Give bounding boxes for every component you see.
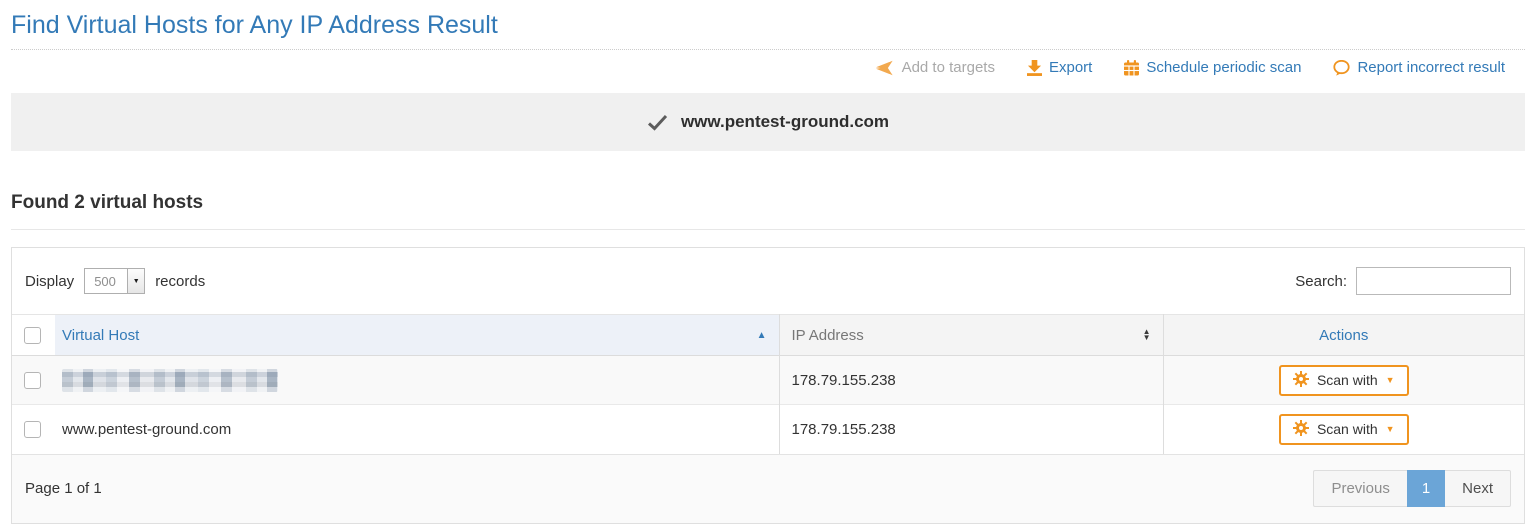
records-per-page-value: 500 xyxy=(85,269,127,293)
row-checkbox-cell xyxy=(12,405,55,454)
export-label: Export xyxy=(1049,59,1092,76)
export-button[interactable]: Export xyxy=(1027,59,1092,76)
pagination-previous-button[interactable]: Previous xyxy=(1313,470,1406,507)
records-label: records xyxy=(155,273,205,290)
scan-target-host: www.pentest-ground.com xyxy=(681,112,889,132)
row-checkbox[interactable] xyxy=(24,421,41,438)
select-dropdown-arrow-icon: ▼ xyxy=(127,269,144,293)
table-header-row: Virtual Host ▲ IP Address ▲▼ Actions xyxy=(12,315,1524,356)
table-footer: Page 1 of 1 Previous 1 Next xyxy=(12,454,1524,523)
column-header-ip-address[interactable]: IP Address ▲▼ xyxy=(779,315,1163,356)
search-label: Search: xyxy=(1295,273,1347,290)
virtual-host-cell: www.pentest-ground.com xyxy=(55,405,779,454)
virtual-hosts-table-container: Display 500 ▼ records Search: xyxy=(11,247,1525,524)
table-row: www.pentest-ground.com 178.79.155.238 xyxy=(12,405,1524,454)
add-to-targets-button[interactable]: Add to targets xyxy=(876,59,995,76)
page-title: Find Virtual Hosts for Any IP Address Re… xyxy=(11,0,1525,50)
ip-address-header-label: IP Address xyxy=(792,327,864,344)
schedule-periodic-scan-label: Schedule periodic scan xyxy=(1146,59,1301,76)
chat-bubble-icon xyxy=(1333,60,1350,76)
records-per-page-select[interactable]: 500 ▼ xyxy=(84,268,145,294)
plane-icon xyxy=(876,60,895,76)
report-incorrect-result-label: Report incorrect result xyxy=(1357,59,1505,76)
table-controls: Display 500 ▼ records Search: xyxy=(12,248,1524,314)
column-header-actions: Actions xyxy=(1163,315,1524,356)
calendar-icon xyxy=(1124,60,1139,76)
select-all-checkbox[interactable] xyxy=(24,327,41,344)
search-control: Search: xyxy=(1295,267,1511,295)
sort-ascending-icon: ▲ xyxy=(757,330,767,341)
sort-both-icon: ▲▼ xyxy=(1143,329,1151,341)
row-checkbox-cell xyxy=(12,356,55,405)
checkmark-icon xyxy=(647,114,668,131)
ip-address-cell: 178.79.155.238 xyxy=(779,356,1163,405)
display-records-control: Display 500 ▼ records xyxy=(25,268,205,294)
gear-icon xyxy=(1293,420,1309,439)
report-incorrect-result-button[interactable]: Report incorrect result xyxy=(1333,59,1505,76)
scan-with-button[interactable]: Scan with ▼ xyxy=(1279,365,1409,396)
column-header-virtual-host[interactable]: Virtual Host ▲ xyxy=(55,315,779,356)
table-row: 178.79.155.238 xyxy=(12,356,1524,405)
pagination: Previous 1 Next xyxy=(1313,470,1511,507)
pagination-page-1-button[interactable]: 1 xyxy=(1407,470,1445,507)
scan-with-label: Scan with xyxy=(1317,421,1378,437)
scan-with-button[interactable]: Scan with ▼ xyxy=(1279,414,1409,445)
page-info: Page 1 of 1 xyxy=(25,480,102,497)
pagination-next-button[interactable]: Next xyxy=(1445,470,1511,507)
actions-cell: Scan with ▼ xyxy=(1163,356,1524,405)
gear-icon xyxy=(1293,371,1309,390)
search-input[interactable] xyxy=(1356,267,1511,295)
schedule-periodic-scan-button[interactable]: Schedule periodic scan xyxy=(1124,59,1301,76)
add-to-targets-label: Add to targets xyxy=(902,59,995,76)
download-icon xyxy=(1027,60,1042,76)
scan-with-label: Scan with xyxy=(1317,372,1378,388)
display-label: Display xyxy=(25,273,74,290)
redacted-virtual-host xyxy=(62,369,278,392)
virtual-host-header-label: Virtual Host xyxy=(62,327,139,344)
scan-target-banner: www.pentest-ground.com xyxy=(11,93,1525,151)
row-checkbox[interactable] xyxy=(24,372,41,389)
toolbar: Add to targets Export Schedule perio xyxy=(11,50,1525,85)
virtual-hosts-table: Virtual Host ▲ IP Address ▲▼ Actions xyxy=(12,314,1524,454)
select-all-header-cell xyxy=(12,315,55,356)
actions-cell: Scan with ▼ xyxy=(1163,405,1524,454)
actions-header-label: Actions xyxy=(1319,327,1368,344)
virtual-host-cell xyxy=(55,356,779,405)
ip-address-cell: 178.79.155.238 xyxy=(779,405,1163,454)
results-heading: Found 2 virtual hosts xyxy=(11,192,1525,230)
chevron-down-icon: ▼ xyxy=(1386,375,1395,385)
chevron-down-icon: ▼ xyxy=(1386,424,1395,434)
